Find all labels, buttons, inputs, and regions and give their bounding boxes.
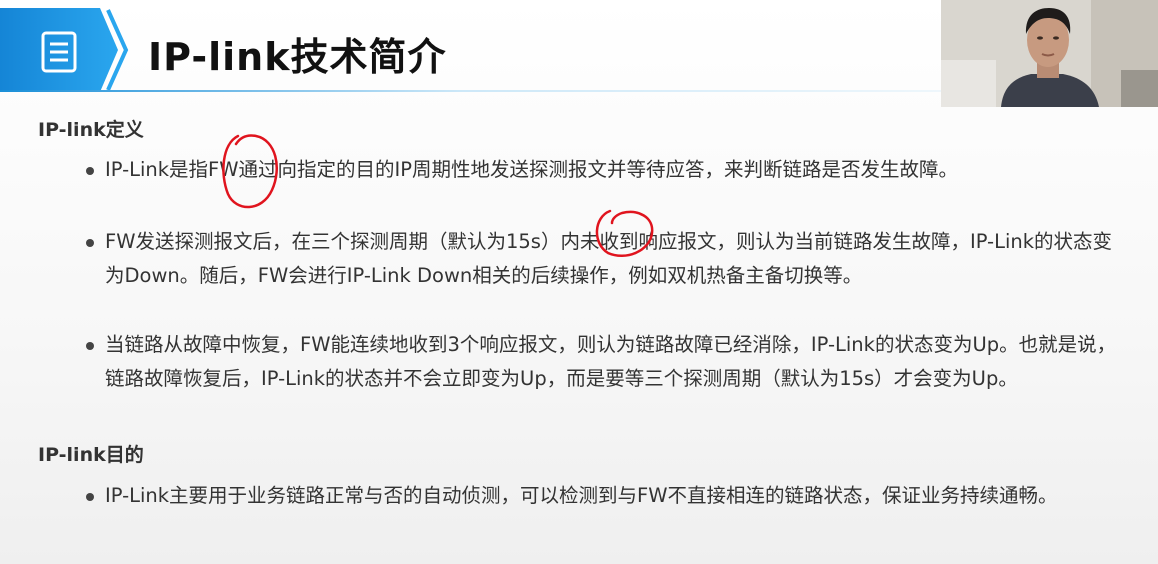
page-title: IP-link技术简介 bbox=[148, 35, 447, 79]
red-circle-annotation bbox=[222, 134, 278, 209]
presenter-webcam-overlay bbox=[941, 0, 1158, 107]
bullet-dot bbox=[86, 342, 94, 350]
bullet-text: 当链路从故障中恢复，FW能连续地收到3个响应报文，则认为链路故障已经消除，IP-… bbox=[105, 333, 1117, 390]
section-heading-purpose: IP-link目的 bbox=[38, 444, 144, 466]
bullet-dot bbox=[86, 167, 94, 175]
presenter-image bbox=[941, 0, 1158, 107]
bullet-dot bbox=[86, 493, 94, 501]
list-item: IP-Link主要用于业务链路正常与否的自动侦测，可以检测到与FW不直接相连的链… bbox=[86, 479, 1131, 513]
bullet-dot bbox=[86, 239, 94, 247]
document-icon bbox=[41, 31, 77, 73]
slide: IP-link技术简介 IP-link定义 IP-Link是指FW通过向指定的目… bbox=[0, 0, 1158, 564]
red-circle-annotation bbox=[595, 209, 654, 258]
section-heading-definition: IP-link定义 bbox=[38, 119, 144, 141]
list-item: 当链路从故障中恢复，FW能连续地收到3个响应报文，则认为链路故障已经消除，IP-… bbox=[86, 328, 1131, 396]
bullet-text: IP-Link主要用于业务链路正常与否的自动侦测，可以检测到与FW不直接相连的链… bbox=[105, 484, 1058, 507]
